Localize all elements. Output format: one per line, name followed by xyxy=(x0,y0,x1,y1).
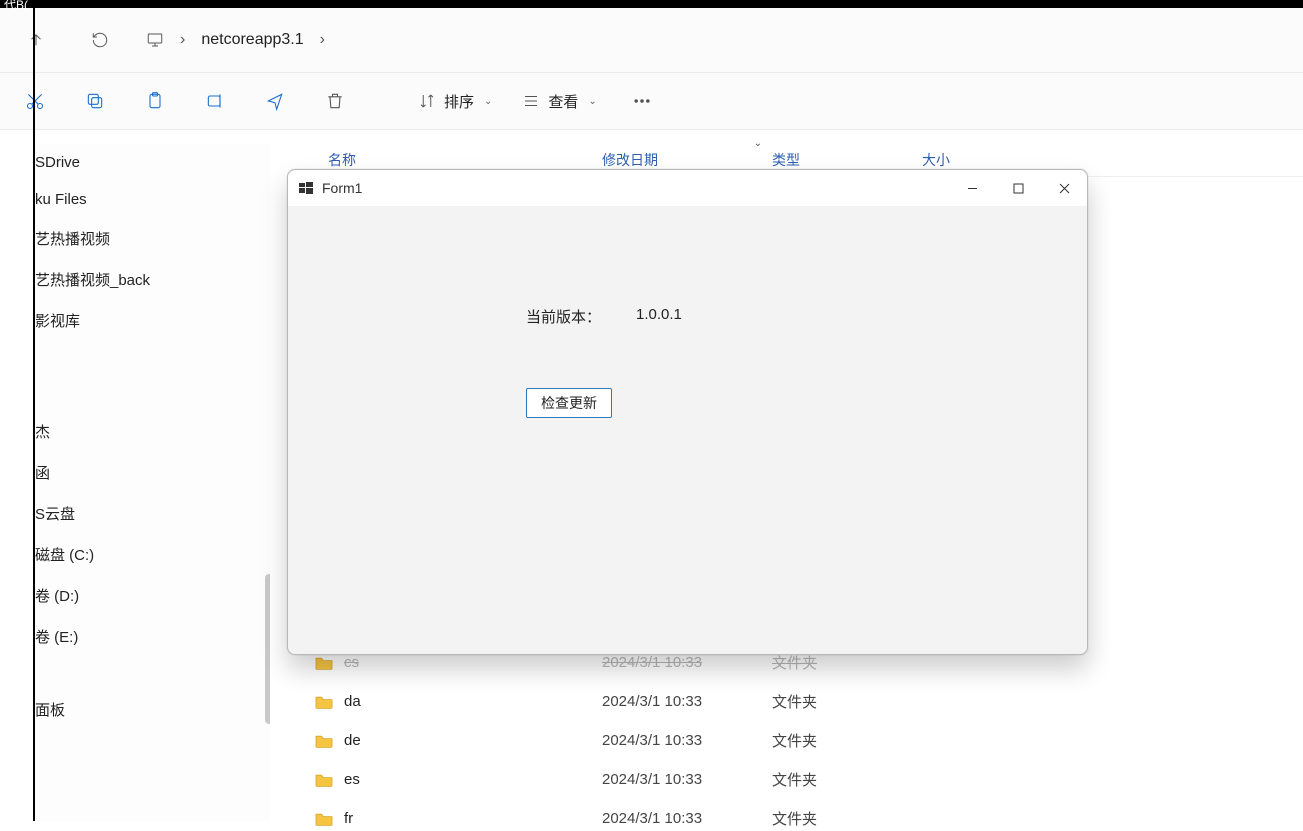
maximize-button[interactable] xyxy=(995,170,1041,206)
top-strip-text: 代B( xyxy=(4,0,28,13)
sidebar-item[interactable]: 影视库 xyxy=(35,300,270,341)
sidebar-item[interactable]: 艺热播视频_back xyxy=(35,259,270,300)
column-name[interactable]: 名称 xyxy=(290,150,602,170)
list-item[interactable]: de 2024/3/1 10:33 文件夹 xyxy=(290,730,1303,751)
list-item[interactable]: fr 2024/3/1 10:33 文件夹 xyxy=(290,808,1303,829)
file-list: cs 2024/3/1 10:33 文件夹 da 2024/3/1 10:33 … xyxy=(290,656,1303,829)
dialog-form1: Form1 当前版本： 1.0.0.1 检查更新 xyxy=(287,169,1088,655)
version-value: 1.0.0.1 xyxy=(636,306,682,323)
list-item[interactable]: da 2024/3/1 10:33 文件夹 xyxy=(290,691,1303,712)
folder-icon xyxy=(314,733,334,749)
column-date[interactable]: 修改日期⌄ xyxy=(602,150,772,170)
chevron-down-icon: ⌄ xyxy=(484,96,492,107)
copy-icon[interactable] xyxy=(80,87,110,115)
folder-icon xyxy=(314,811,334,827)
folder-icon xyxy=(314,655,334,671)
close-button[interactable] xyxy=(1041,170,1087,206)
sort-caret-icon: ⌄ xyxy=(754,138,762,149)
list-item[interactable]: cs 2024/3/1 10:33 文件夹 xyxy=(290,652,1303,673)
column-type[interactable]: 类型 xyxy=(772,150,922,170)
scrollbar-thumb[interactable] xyxy=(265,574,270,724)
chevron-right-icon: › xyxy=(180,31,185,49)
sidebar-item[interactable]: 面板 xyxy=(35,689,270,730)
toolbar: 排序 ⌄ 查看 ⌄ xyxy=(0,73,1303,130)
check-update-button[interactable]: 检查更新 xyxy=(526,388,612,418)
sidebar: SDrive ku Files 艺热播视频 艺热播视频_back 影视库 杰 函… xyxy=(35,144,270,821)
chevron-down-icon: ⌄ xyxy=(588,96,596,107)
chevron-right-icon: › xyxy=(320,31,325,49)
view-label: 查看 xyxy=(548,91,578,112)
column-size[interactable]: 大小 xyxy=(922,150,1042,170)
view-button[interactable]: 查看 ⌄ xyxy=(522,91,596,112)
address-bar: › netcoreapp3.1 › xyxy=(0,8,1303,73)
list-item[interactable]: es 2024/3/1 10:33 文件夹 xyxy=(290,769,1303,790)
breadcrumb-current[interactable]: netcoreapp3.1 xyxy=(201,31,303,49)
sort-label: 排序 xyxy=(444,91,474,112)
dialog-title: Form1 xyxy=(322,180,949,196)
nav-up-icon[interactable] xyxy=(18,26,54,54)
delete-icon[interactable] xyxy=(320,87,350,115)
sidebar-item[interactable]: 磁盘 (C:) xyxy=(35,534,270,575)
share-icon[interactable] xyxy=(260,87,290,115)
folder-icon xyxy=(314,772,334,788)
sort-button[interactable]: 排序 ⌄ xyxy=(418,91,492,112)
cut-icon[interactable] xyxy=(20,87,50,115)
paste-icon[interactable] xyxy=(140,87,170,115)
sidebar-item[interactable]: 杰 xyxy=(35,411,270,452)
sort-icon xyxy=(418,92,436,110)
refresh-icon[interactable] xyxy=(82,26,118,54)
folder-icon xyxy=(314,694,334,710)
title-bar[interactable]: Form1 xyxy=(288,170,1087,206)
monitor-icon xyxy=(146,31,164,49)
version-label: 当前版本： xyxy=(526,306,601,327)
sidebar-item[interactable]: SDrive xyxy=(35,144,270,181)
view-icon xyxy=(522,92,540,110)
sidebar-item[interactable]: 卷 (E:) xyxy=(35,616,270,657)
sidebar-item[interactable]: ku Files xyxy=(35,181,270,218)
sidebar-item[interactable]: S云盘 xyxy=(35,493,270,534)
sidebar-item[interactable]: 卷 (D:) xyxy=(35,575,270,616)
more-icon[interactable] xyxy=(627,87,657,115)
window-edge xyxy=(33,8,35,821)
rename-icon[interactable] xyxy=(200,87,230,115)
breadcrumb[interactable]: › netcoreapp3.1 › xyxy=(146,31,325,49)
sidebar-item[interactable]: 函 xyxy=(35,452,270,493)
app-icon xyxy=(298,180,314,196)
minimize-button[interactable] xyxy=(949,170,995,206)
dialog-body: 当前版本： 1.0.0.1 检查更新 xyxy=(288,206,1087,654)
sidebar-item[interactable]: 艺热播视频 xyxy=(35,218,270,259)
